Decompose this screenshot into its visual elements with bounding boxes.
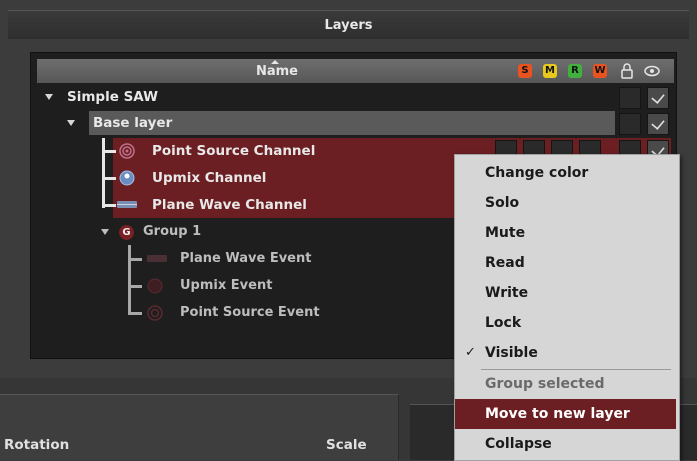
tree-line xyxy=(128,258,142,261)
visible-toggle[interactable] xyxy=(647,113,669,135)
panel-title: Layers xyxy=(8,10,689,39)
group-label: Group 1 xyxy=(143,224,202,239)
checkmark-icon: ✓ xyxy=(465,345,476,360)
menu-item-mute[interactable]: Mute xyxy=(455,218,679,248)
transform-panel: Rotation Scale xyxy=(0,394,399,460)
tree-line xyxy=(102,177,116,180)
channel-label: Plane Wave Channel xyxy=(152,197,307,213)
tree-item-channel[interactable]: Upmix Channel xyxy=(119,165,489,191)
menu-item-move-to-new-layer[interactable]: Move to new layer xyxy=(455,399,676,429)
menu-item-read[interactable]: Read xyxy=(455,248,679,278)
visible-toggle[interactable] xyxy=(647,87,669,109)
expand-arrow-icon[interactable] xyxy=(101,229,109,235)
group-badge-icon: G xyxy=(119,225,134,240)
lock-toggle[interactable] xyxy=(619,113,641,135)
tree-item-base-layer[interactable]: Base layer xyxy=(63,110,623,136)
scale-label: Scale xyxy=(326,437,367,453)
point-source-icon xyxy=(119,143,135,159)
tree-item-group[interactable]: G Group 1 xyxy=(97,219,397,245)
root-label: Simple SAW xyxy=(67,89,159,105)
tree-item-event[interactable]: Point Source Event xyxy=(147,300,467,326)
tree-item-event[interactable]: Plane Wave Event xyxy=(147,246,467,272)
solo-column-icon[interactable]: S xyxy=(518,64,532,78)
check-icon xyxy=(651,90,665,104)
tree-line xyxy=(128,285,142,288)
check-icon xyxy=(651,116,665,130)
channel-label: Upmix Channel xyxy=(152,170,267,186)
plane-wave-icon xyxy=(147,255,167,262)
menu-item-collapse[interactable]: Collapse xyxy=(455,429,679,459)
menu-item-write[interactable]: Write xyxy=(455,278,679,308)
tree-item-channel[interactable]: Point Source Channel xyxy=(119,138,489,164)
menu-item-lock[interactable]: Lock xyxy=(455,308,679,338)
tree-header: Name S M R W xyxy=(37,59,674,83)
tree-item-channel[interactable]: Plane Wave Channel xyxy=(117,192,489,218)
event-label: Point Source Event xyxy=(180,305,320,320)
expand-arrow-icon[interactable] xyxy=(67,120,75,126)
tree-line xyxy=(102,150,116,153)
event-label: Plane Wave Event xyxy=(180,251,312,266)
tree-line xyxy=(128,245,131,315)
channel-label: Point Source Channel xyxy=(152,143,316,159)
menu-item-label: Visible xyxy=(485,345,538,361)
menu-item-change-color[interactable]: Change color xyxy=(455,158,679,188)
rotation-label: Rotation xyxy=(4,437,70,453)
menu-item-solo[interactable]: Solo xyxy=(455,188,679,218)
lock-toggle[interactable] xyxy=(619,87,641,109)
column-name-header[interactable]: Name xyxy=(237,59,317,85)
context-menu: Change color Solo Mute Read Write Lock ✓… xyxy=(454,154,680,461)
menu-item-visible[interactable]: ✓ Visible xyxy=(455,338,679,368)
layer-label: Base layer xyxy=(93,115,173,131)
upmix-icon xyxy=(119,170,135,186)
expand-arrow-icon[interactable] xyxy=(45,94,53,100)
tree-item-event[interactable]: Upmix Event xyxy=(147,273,467,299)
eye-column-icon[interactable] xyxy=(644,65,660,77)
tree-item-root[interactable]: Simple SAW xyxy=(41,84,661,110)
write-column-icon[interactable]: W xyxy=(593,64,607,78)
upmix-icon xyxy=(147,278,163,294)
tree-line xyxy=(102,204,116,207)
menu-item-group-selected: Group selected xyxy=(485,376,605,392)
read-column-icon[interactable]: R xyxy=(568,64,582,78)
tree-line xyxy=(102,138,105,208)
lock-column-icon[interactable] xyxy=(620,63,634,79)
event-label: Upmix Event xyxy=(180,278,273,293)
point-source-icon xyxy=(147,305,163,321)
tree-line xyxy=(128,312,142,315)
mute-column-icon[interactable]: M xyxy=(543,64,557,78)
plane-wave-icon xyxy=(117,201,137,208)
